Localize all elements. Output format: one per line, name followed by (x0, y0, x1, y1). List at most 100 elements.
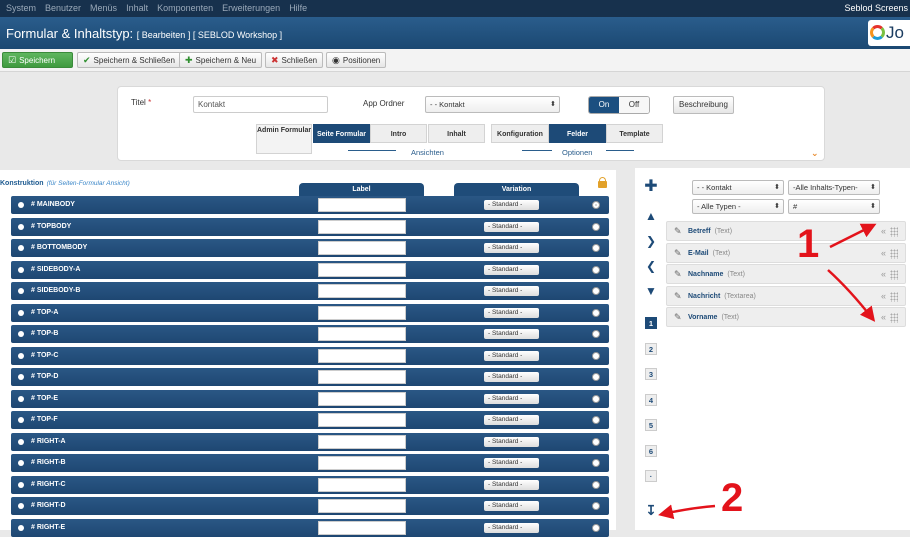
toggle-off[interactable]: Off (619, 97, 649, 113)
label-input[interactable] (318, 262, 406, 277)
position-radio[interactable] (592, 523, 600, 532)
drag-handle-icon[interactable] (890, 227, 898, 237)
position-radio[interactable] (592, 394, 600, 403)
position-row[interactable]: # RIGHT-E - Standard - (11, 518, 609, 537)
field-item[interactable]: ✎ Nachricht (Textarea) « (666, 285, 906, 306)
toggle-on[interactable]: On (589, 97, 619, 113)
label-input[interactable] (318, 305, 406, 320)
app-folder-select[interactable]: - - Kontakt (425, 96, 560, 113)
tab-template[interactable]: Template (606, 124, 663, 143)
move-down-icon[interactable]: ▼ (644, 284, 658, 298)
page-number-4[interactable]: 4 (645, 393, 657, 406)
page-number-6[interactable]: 6 (645, 444, 657, 457)
pencil-icon[interactable]: ✎ (674, 312, 682, 323)
position-row[interactable]: # SIDEBODY-B - Standard - (11, 282, 609, 300)
menu-inhalt[interactable]: Inhalt (126, 3, 148, 13)
double-chevron-left-icon[interactable]: « (881, 248, 886, 258)
label-input[interactable] (318, 348, 406, 363)
lock-icon[interactable] (598, 177, 607, 188)
pencil-icon[interactable]: ✎ (674, 291, 682, 302)
page-number-1[interactable]: 1 (645, 317, 657, 329)
double-chevron-left-icon[interactable]: « (881, 312, 886, 322)
position-radio[interactable] (592, 416, 600, 424)
move-up-icon[interactable]: ▲ (644, 209, 658, 223)
position-row[interactable]: # TOPBODY - Standard - (11, 217, 609, 236)
save-button[interactable]: ☑ Speichern (2, 52, 73, 68)
variation-select[interactable]: - Standard - (484, 200, 539, 210)
page-number-7[interactable]: · (645, 470, 657, 482)
collapse-bottom-icon[interactable]: ↧ (644, 502, 658, 519)
position-radio[interactable] (592, 330, 600, 338)
menu-menues[interactable]: Menüs (90, 3, 117, 13)
positions-button[interactable]: ◉ Positionen (326, 52, 387, 68)
save-new-button[interactable]: ✚ Speichern & Neu (179, 52, 263, 68)
field-item[interactable]: ✎ E-Mail (Text) « (666, 242, 906, 263)
position-radio[interactable] (592, 437, 600, 446)
position-row[interactable]: # TOP-A - Standard - (11, 303, 609, 322)
position-row[interactable]: # SIDEBODY-A - Standard - (11, 260, 609, 279)
move-left-icon[interactable]: ❮ (644, 259, 658, 273)
position-radio[interactable] (592, 502, 600, 510)
variation-select[interactable]: - Standard - (484, 522, 539, 533)
drag-handle-icon[interactable] (890, 313, 898, 323)
chevron-down-icon[interactable]: ⌄ (811, 148, 819, 159)
add-icon[interactable]: ✚ (644, 176, 658, 196)
position-radio[interactable] (592, 244, 600, 252)
position-radio[interactable] (592, 222, 600, 231)
position-radio[interactable] (592, 373, 600, 381)
position-row[interactable]: # BOTTOMBODY - Standard - (11, 239, 609, 257)
variation-select[interactable]: - Standard - (484, 264, 539, 275)
tab-konfiguration[interactable]: Konfiguration (491, 124, 549, 143)
label-input[interactable] (318, 456, 406, 470)
variation-select[interactable]: - Standard - (484, 393, 539, 404)
label-input[interactable] (318, 499, 406, 513)
menu-erweiterungen[interactable]: Erweiterungen (222, 3, 280, 13)
menu-benutzer[interactable]: Benutzer (45, 3, 81, 13)
position-radio[interactable] (592, 201, 600, 209)
pencil-icon[interactable]: ✎ (674, 248, 682, 259)
label-input[interactable] (318, 477, 406, 492)
position-radio[interactable] (592, 459, 600, 467)
label-input[interactable] (318, 284, 406, 298)
double-chevron-left-icon[interactable]: « (881, 291, 886, 301)
variation-select[interactable]: - Standard - (484, 221, 539, 232)
close-button[interactable]: ✖ Schließen (265, 52, 324, 68)
content-type-filter-select[interactable]: -Alle Inhalts-Typen- (788, 180, 880, 195)
position-row[interactable]: # RIGHT-C - Standard - (11, 475, 609, 494)
position-radio[interactable] (592, 308, 600, 317)
variation-select[interactable]: - Standard - (484, 307, 539, 318)
variation-select[interactable]: - Standard - (484, 415, 539, 425)
position-row[interactable]: # RIGHT-D - Standard - (11, 497, 609, 515)
state-toggle[interactable]: On Off (588, 96, 650, 114)
variation-select[interactable]: - Standard - (484, 479, 539, 490)
position-row[interactable]: # RIGHT-B - Standard - (11, 454, 609, 472)
menu-komponenten[interactable]: Komponenten (157, 3, 213, 13)
position-radio[interactable] (592, 351, 600, 360)
position-radio[interactable] (592, 480, 600, 489)
tab-inhalt[interactable]: Inhalt (428, 124, 485, 143)
variation-select[interactable]: - Standard - (484, 329, 539, 339)
double-chevron-left-icon[interactable]: « (881, 269, 886, 279)
tab-felder[interactable]: Felder (549, 124, 606, 143)
app-filter-select[interactable]: - - Kontakt (692, 180, 784, 195)
menu-system[interactable]: System (6, 3, 36, 13)
pencil-icon[interactable]: ✎ (674, 269, 682, 280)
double-chevron-left-icon[interactable]: « (881, 226, 886, 236)
drag-handle-icon[interactable] (890, 291, 898, 302)
type-filter-select[interactable]: - Alle Typen - (692, 199, 784, 214)
drag-handle-icon[interactable] (890, 270, 898, 280)
position-row[interactable]: # TOP-F - Standard - (11, 411, 609, 429)
label-input[interactable] (318, 327, 406, 341)
position-row[interactable]: # TOP-C - Standard - (11, 346, 609, 365)
title-input[interactable]: Kontakt (193, 96, 328, 113)
variation-select[interactable]: - Standard - (484, 286, 539, 296)
position-row[interactable]: # TOP-B - Standard - (11, 325, 609, 343)
label-input[interactable] (318, 370, 406, 384)
field-item[interactable]: ✎ Betreff (Text) « (666, 221, 906, 241)
tab-admin-formular[interactable]: Admin Formular (256, 124, 312, 154)
label-input[interactable] (318, 219, 406, 234)
variation-select[interactable]: - Standard - (484, 350, 539, 361)
variation-select[interactable]: - Standard - (484, 458, 539, 468)
variation-select[interactable]: - Standard - (484, 436, 539, 447)
position-row[interactable]: # RIGHT-A - Standard - (11, 432, 609, 451)
